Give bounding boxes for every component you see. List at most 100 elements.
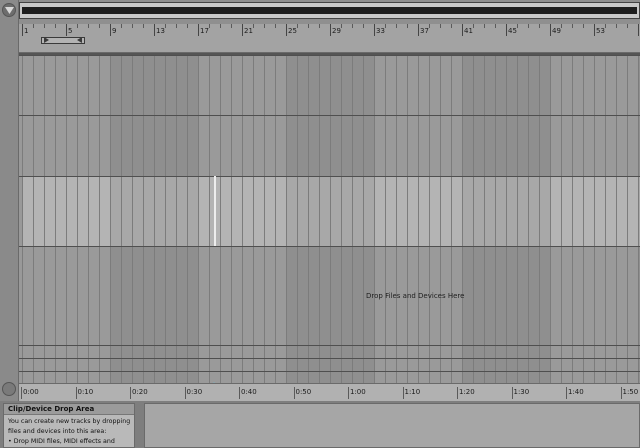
bar-number: 49	[552, 27, 561, 35]
beat-tick	[77, 24, 78, 28]
beat-tick	[55, 24, 56, 28]
time-tick	[184, 387, 186, 399]
bar-number: 37	[420, 27, 429, 35]
bar-tick	[198, 24, 199, 36]
overview-bar[interactable]	[22, 7, 637, 14]
beat-tick	[396, 24, 397, 28]
time-label: 0:50	[295, 388, 312, 396]
bar-tick	[286, 24, 287, 36]
overview-collapse-button[interactable]	[2, 3, 16, 17]
beat-tick	[605, 24, 606, 28]
bar-tick	[330, 24, 331, 36]
beat-tick	[429, 24, 430, 28]
bar-number: 53	[596, 27, 605, 35]
beat-tick	[385, 24, 386, 28]
time-label: 0:20	[132, 388, 148, 396]
arrangement-view[interactable]: Drop Files and Devices Here	[19, 53, 640, 383]
bar-tick	[550, 24, 551, 36]
bar-tick	[66, 24, 67, 36]
beat-tick	[352, 24, 353, 28]
bar-tick	[110, 24, 111, 36]
beat-tick	[616, 24, 617, 28]
time-label: 1:40	[568, 388, 584, 396]
time-label: 0:40	[241, 388, 257, 396]
time-label: 1:10	[404, 388, 421, 396]
bar-number: 13	[156, 27, 165, 35]
triangle-down-icon	[5, 7, 14, 14]
beat-tick	[528, 24, 529, 28]
beat-tick	[220, 24, 221, 28]
beat-tick	[264, 24, 265, 28]
bar-tick	[154, 24, 155, 36]
time-tick	[511, 387, 513, 399]
beat-tick	[297, 24, 298, 28]
time-tick	[457, 387, 458, 399]
beat-tick	[176, 24, 177, 28]
beat-tick	[308, 24, 309, 28]
beat-tick	[539, 24, 540, 28]
beat-tick	[583, 24, 584, 28]
bar-tick	[22, 24, 23, 36]
beat-tick	[132, 24, 133, 28]
top-rail	[19, 53, 640, 55]
detail-view[interactable]	[144, 403, 640, 448]
beat-tick	[275, 24, 276, 28]
beat-tick	[88, 24, 89, 28]
beat-time-ruler[interactable]: 159131721252933374145495357	[19, 24, 640, 53]
info-body: You can create new tracks by dropping fi…	[8, 417, 134, 447]
beat-tick	[473, 24, 474, 28]
bar-number: 9	[112, 27, 117, 35]
info-line: • Drop MIDI files, MIDI effects and	[8, 438, 115, 445]
bar-number: 5	[68, 27, 73, 35]
time-label: 0:10	[77, 388, 94, 396]
beat-tick	[495, 24, 496, 28]
beat-tick	[121, 24, 122, 28]
bar-tick	[638, 24, 639, 36]
beat-tick	[451, 24, 452, 28]
time-tick	[75, 387, 77, 399]
beat-tick	[517, 24, 518, 28]
time-label: 1:50	[622, 388, 639, 396]
bar-tick	[242, 24, 243, 36]
bar-number: 1	[24, 27, 29, 35]
beat-tick	[44, 24, 45, 28]
bar-number: 17	[200, 27, 209, 35]
time-label: 1:00	[350, 388, 366, 396]
info-title: Clip/Device Drop Area	[4, 404, 134, 415]
loop-end-icon[interactable]	[77, 37, 82, 43]
beat-tick	[484, 24, 485, 28]
beat-tick	[143, 24, 144, 28]
beat-tick	[572, 24, 573, 28]
beat-tick	[99, 24, 100, 28]
time-label: 0:30	[186, 388, 203, 396]
bar-tick	[506, 24, 507, 36]
arrangement-overview[interactable]	[19, 2, 640, 19]
bar-tick	[462, 24, 463, 36]
time-tick	[21, 387, 22, 399]
beat-tick	[187, 24, 188, 28]
time-tick	[402, 387, 404, 399]
beat-tick	[253, 24, 254, 28]
beat-tick	[363, 24, 364, 28]
loop-brace[interactable]	[41, 37, 85, 44]
beat-tick	[231, 24, 232, 28]
scroll-follow-button[interactable]	[2, 382, 16, 396]
bar-number: 25	[288, 27, 297, 35]
time-tick	[130, 387, 131, 399]
bar-tick	[374, 24, 375, 36]
time-ruler[interactable]: 0:00 0:10 0:20 0:30 0:40 0:50 1:00 1:10 1:20 1:30…	[19, 383, 640, 401]
time-label: 0:00	[23, 388, 39, 396]
info-view: Clip/Device Drop Area You can create new…	[3, 403, 135, 448]
time-label: 1:20	[459, 388, 475, 396]
beat-tick	[209, 24, 210, 28]
info-line: files and devices into this area:	[8, 428, 107, 435]
insert-marker	[214, 176, 216, 246]
bar-number: 29	[332, 27, 341, 35]
beat-tick	[561, 24, 562, 28]
arrangement-grid	[19, 53, 640, 383]
beat-tick	[165, 24, 166, 28]
time-tick	[239, 387, 240, 399]
time-tick	[620, 387, 622, 399]
time-tick	[348, 387, 349, 399]
loop-start-icon[interactable]	[44, 37, 49, 43]
